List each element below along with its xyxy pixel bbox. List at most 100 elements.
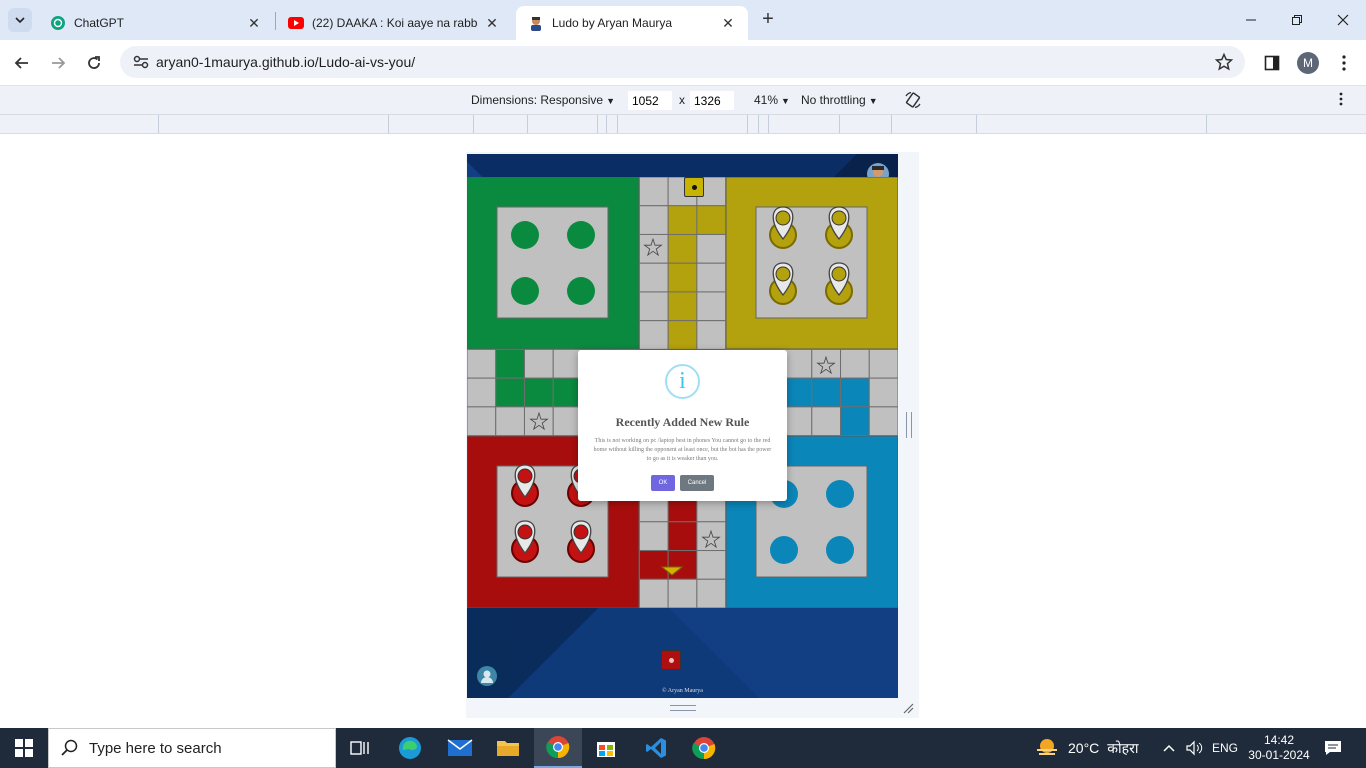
url-text: aryan0-1maurya.github.io/Ludo-ai-vs-you/ [156,54,416,70]
rotate-icon[interactable] [904,91,922,112]
mail-app[interactable] [436,728,484,768]
media-query-bar[interactable] [0,115,1366,134]
info-icon: i [665,364,700,399]
dimensions-label: Dimensions: Responsive [471,93,604,107]
restore-button[interactable] [1274,0,1320,40]
forward-button[interactable] [44,49,72,77]
resize-corner-icon[interactable] [902,702,914,714]
dimensions-dropdown[interactable]: Dimensions: Responsive ▼ [471,93,615,107]
dialog-title: Recently Added New Rule [615,415,750,429]
tab-title: Ludo by Aryan Maurya [552,16,673,30]
throttling-dropdown[interactable]: No throttling ▼ [801,93,878,107]
tab-title: ChatGPT [74,16,125,30]
close-tab-icon[interactable]: ✕ [484,15,500,31]
new-tab-button[interactable]: + [758,9,778,30]
caret-down-icon: ▼ [606,96,615,106]
more-vert-icon[interactable] [1334,53,1354,73]
search-placeholder: Type here to search [89,739,222,757]
dialog-overlay: i Recently Added New Rule This is not wo… [467,154,898,698]
restore-icon [1292,15,1302,25]
caret-down-icon: ▼ [868,96,878,106]
device-more-icon[interactable] [1339,92,1343,109]
bookmark-star-icon[interactable] [1214,52,1234,74]
chrome-app[interactable] [680,728,728,768]
volume-button[interactable] [1185,728,1203,768]
windows-icon [15,739,33,757]
close-icon [1337,14,1349,26]
dimension-times: x [679,93,685,107]
dialog-text: This is not working on pc /laptop best i… [593,438,772,462]
tab-youtube[interactable]: (22) DAAKA : Koi aaye na rabba ✕ [276,6,512,40]
minimize-icon [1246,19,1256,21]
chevron-down-icon [15,17,25,24]
arrow-right-icon [52,57,66,69]
weather-desc: कोहरा [1107,739,1139,756]
tab-ludo[interactable]: Ludo by Aryan Maurya ✕ [516,6,748,40]
vscode-icon [646,738,666,758]
profile-avatar[interactable]: M [1297,52,1319,74]
reload-icon [88,56,100,69]
resize-handle-bottom[interactable] [670,705,696,711]
notification-icon [1325,741,1341,755]
notification-button[interactable] [1324,728,1342,768]
tab-search-button[interactable] [8,8,32,32]
caret-down-icon: ▼ [781,96,790,106]
weather-widget[interactable]: 20°C कोहरा [1034,728,1138,768]
chevron-up-icon [1163,744,1175,752]
clock[interactable]: 14:42 30-01-2024 [1248,728,1310,768]
youtube-icon [288,15,304,31]
fog-weather-icon [1037,739,1057,755]
store-app[interactable] [582,728,630,768]
browser-toolbar: aryan0-1maurya.github.io/Ludo-ai-vs-you/… [0,40,1366,86]
ok-button[interactable]: OK [651,475,675,491]
taskbar-search[interactable]: Type here to search [48,728,336,768]
zoom-dropdown[interactable]: 41% ▼ [754,93,790,107]
reload-button[interactable] [80,49,108,77]
clock-date: 30-01-2024 [1248,748,1310,762]
close-window-button[interactable] [1320,0,1366,40]
task-view-icon [350,741,369,755]
rule-dialog: i Recently Added New Rule This is not wo… [578,350,787,501]
device-viewport: ★ ★ ★ ★ © Aryan Maurya i Recently Added … [0,134,1366,728]
arrow-left-icon [14,57,28,69]
ludo-favicon [528,15,544,31]
site-info-icon[interactable] [126,55,156,69]
mail-icon [447,739,473,756]
folder-icon [497,741,519,756]
address-bar[interactable]: aryan0-1maurya.github.io/Ludo-ai-vs-you/ [120,46,1245,78]
tab-title: (22) DAAKA : Koi aaye na rabba [312,16,478,30]
language-indicator[interactable]: ENG [1212,728,1238,768]
chrome-icon [692,737,716,760]
edge-app[interactable] [386,728,434,768]
close-tab-icon[interactable]: ✕ [720,15,736,31]
throttling-label: No throttling [801,93,866,107]
weather-temp: 20°C [1068,740,1100,756]
side-panel-icon[interactable] [1262,53,1282,73]
zoom-label: 41% [754,93,779,107]
ludo-game: ★ ★ ★ ★ © Aryan Maurya i Recently Added … [467,154,898,698]
cancel-button[interactable]: Cancel [680,475,714,491]
task-view-button[interactable] [336,728,384,768]
minimize-button[interactable] [1228,0,1274,40]
resize-handle-right[interactable] [906,412,912,438]
height-input[interactable] [690,91,734,110]
chatgpt-icon [50,15,66,31]
back-button[interactable] [8,49,36,77]
width-input[interactable] [628,91,672,110]
search-icon [61,739,78,756]
start-button[interactable] [0,728,48,768]
chrome-icon [546,736,570,759]
tab-chatgpt[interactable]: ChatGPT ✕ [38,6,274,40]
device-toolbar: Dimensions: Responsive▼ x 41%▼ No thrott… [0,86,1366,115]
close-tab-icon[interactable]: ✕ [246,15,262,31]
store-icon [597,742,615,757]
file-explorer-app[interactable] [484,728,532,768]
vscode-app[interactable] [632,728,680,768]
windows-taskbar: Type here to search 20°C कोहरा ENG 14:42… [0,728,1366,768]
speaker-icon [1186,740,1203,756]
show-hidden-icons[interactable] [1163,728,1175,768]
chrome-app-active[interactable] [534,728,582,768]
clock-time: 14:42 [1263,733,1295,747]
edge-icon [399,737,421,759]
tab-strip: ChatGPT ✕ (22) DAAKA : Koi aaye na rabba… [0,0,1366,40]
